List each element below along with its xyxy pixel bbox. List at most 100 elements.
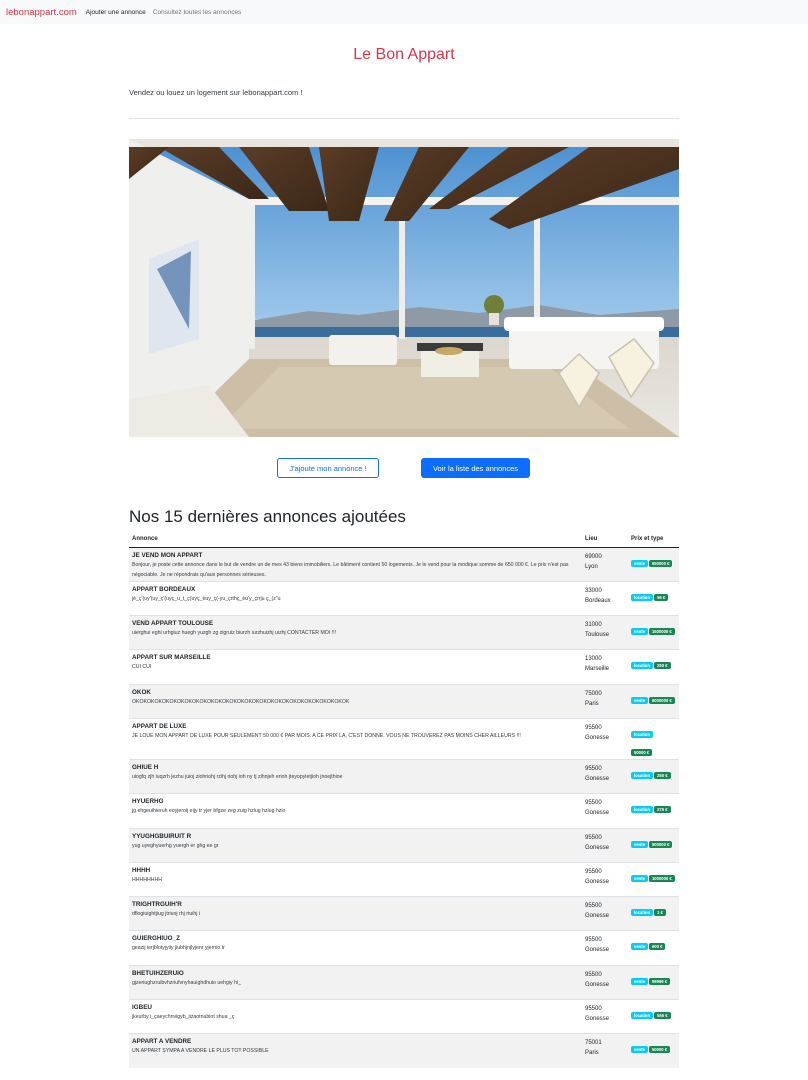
listing-title[interactable]: VEND APPART TOULOUSE <box>132 620 579 628</box>
table-row[interactable]: GUIERGHIUO_Zgeazij ierjblotyjyiiy jiubhj… <box>129 930 679 966</box>
add-listing-button[interactable]: J'ajoute mon annonce ! <box>277 458 379 478</box>
listing-title[interactable]: APPART DE LUXE <box>132 723 579 731</box>
type-badge: vente <box>631 840 648 848</box>
price-cell: vente 50000 € <box>628 1033 679 1069</box>
listing-city: Lyon <box>585 563 598 570</box>
listing-title[interactable]: APPART A VENDRE <box>132 1038 579 1046</box>
price-badge: 50000 € <box>648 1046 671 1054</box>
listing-city: Gonesse <box>585 947 610 954</box>
brand-link[interactable]: lebonappart.com <box>6 7 77 18</box>
listing-description: HHHHHHHH <box>132 876 162 883</box>
listing-zip: 69000 <box>585 553 602 560</box>
location-cell: 31000 Toulouse <box>582 615 628 650</box>
table-row[interactable]: IGBEU jkeurby i_çaeychnvigyb_iizaotnubiot… <box>129 999 679 1034</box>
listing-title[interactable]: GHIUE H <box>132 764 579 772</box>
table-row[interactable]: HYUERHG jg ehgeuihieruh eoyjeroij eijy tr… <box>129 793 679 829</box>
header-annonce: Annonce <box>129 532 582 548</box>
listing-zip: 13000 <box>585 656 602 663</box>
listing-description: geazij ierjblotyjyiiy jiubhjnjlyjenr yje… <box>132 945 225 952</box>
price-cell: location 50000 € <box>628 717 679 760</box>
listing-cell: IGBEU jkeurby i_çaeychnvigyb_iizaotnubiot… <box>129 999 582 1034</box>
price-badge: 500000 € <box>648 840 673 848</box>
listing-description: jè_ç'(uy'(uy_ç'(uyç_u_t_ç(uyç_èuy_ç(-yu_… <box>132 595 281 602</box>
listing-title[interactable]: HHHH <box>132 867 579 875</box>
price-cell: vente 99999 € <box>628 964 679 1000</box>
location-cell: 33000 Bordeaux <box>582 580 628 616</box>
listing-title[interactable]: BHETUIHZERUIO <box>132 970 579 978</box>
listing-city: Gonesse <box>585 810 610 817</box>
listing-city: Gonesse <box>585 981 610 988</box>
table-row[interactable]: JE VEND MON APPART Bonjour, je poste cett… <box>129 546 679 582</box>
listing-city: Bordeaux <box>585 597 611 604</box>
price-cell: location 555 € <box>628 999 679 1034</box>
listing-zip: 31000 <box>585 622 602 629</box>
page-title: Le Bon Appart <box>353 46 455 63</box>
listing-cell: YYUGHGBUIRUIT Ryug uyeghyuerhg yuergh er… <box>129 827 582 863</box>
listing-description: UN APPART SYMPA A VENDRE LE PLUS TOT POS… <box>132 1048 269 1055</box>
type-badge: vente <box>631 559 648 567</box>
listing-description: jg ehgeuihieruh eoyjeroij eijy tr yjer b… <box>132 808 286 815</box>
type-badge: location <box>631 730 654 738</box>
listing-cell: HHHH HHHHHHHH <box>129 861 582 897</box>
table-row[interactable]: HHHH HHHHHHHH 95500 Gonesse vente 1000000 € <box>129 861 679 897</box>
listing-zip: 95500 <box>585 868 602 875</box>
listing-city: Marseille <box>585 666 610 673</box>
header-prix: Prix et type <box>628 532 679 548</box>
listing-title[interactable]: APPART BORDEAUX <box>132 586 579 594</box>
listing-description: gjzeriughzruibvhzriufvnyhauighdhuio uehg… <box>132 979 242 986</box>
table-row[interactable]: OKOK OKOKOKOKOKOKOKOKOKOKOKOKOKOKOKOKOKOK… <box>129 683 679 719</box>
table-row[interactable]: APPART BORDEAUX jè_ç'(uy'(uy_ç'(uyç_u_t_ç… <box>129 580 679 616</box>
price-badge: 1 € <box>654 909 666 917</box>
price-cell: vente 650000 € <box>628 546 679 582</box>
listing-cell: VEND APPART TOULOUSE uierghui eghi urhgiu… <box>129 615 582 650</box>
location-cell: 95500 Gonesse <box>582 758 628 794</box>
type-badge: location <box>631 1012 654 1020</box>
table-row[interactable]: APPART DE LUXE JE LOUE MON APPART DE LUXE… <box>129 717 679 760</box>
section-title: Nos 15 dernières annonces ajoutées <box>129 507 406 526</box>
listing-description: dflogiuightjiug jtriuoj rhj rtuihj i <box>132 911 201 918</box>
listing-title[interactable]: YYUGHGBUIRUIT R <box>132 833 579 841</box>
type-badge: location <box>631 771 654 779</box>
price-cell: location 250 € <box>628 649 679 685</box>
listing-zip: 75001 <box>585 1040 602 1047</box>
listing-cell: APPART BORDEAUX jè_ç'(uy'(uy_ç'(uyç_u_t_ç… <box>129 580 582 616</box>
listing-cell: GUIERGHIUO_Zgeazij ierjblotyjyiiy jiubhj… <box>129 930 582 966</box>
view-listings-button[interactable]: Voir la liste des annonces <box>421 458 530 478</box>
table-row[interactable]: YYUGHGBUIRUIT Ryug uyeghyuerhg yuergh er… <box>129 827 679 863</box>
listing-title[interactable]: GUIERGHIUO_Z <box>132 935 579 943</box>
price-badge: 250 € <box>654 662 671 670</box>
location-cell: 13000 Marseille <box>582 649 628 685</box>
table-row[interactable]: BHETUIHZERUIO gjzeriughzruibvhzriufvnyhau… <box>129 964 679 1000</box>
listing-city: Paris <box>585 700 599 707</box>
listing-cell: APPART SUR MARSEILLE CUI CUI <box>129 649 582 685</box>
location-cell: 95500 Gonesse <box>582 896 628 931</box>
listing-city: Gonesse <box>585 1016 610 1023</box>
listing-city: Gonesse <box>585 844 610 851</box>
listing-description: Bonjour, je poste cette annonce dans le … <box>132 561 569 578</box>
price-badge: 55 € <box>654 593 669 601</box>
listing-description: uierghui eghi urhgiuz huegh yuzgh zg zig… <box>132 630 337 637</box>
type-badge: location <box>631 662 654 670</box>
listing-title[interactable]: TRIGHTRGUIH'R <box>132 901 579 909</box>
location-cell: 69000 Lyon <box>582 546 628 582</box>
listing-description: yug uyeghyuerhg yuergh er ghg ee gr <box>132 842 219 849</box>
listing-title[interactable]: APPART SUR MARSEILLE <box>132 654 579 662</box>
type-badge: vente <box>631 874 648 882</box>
listing-description: uiogfq zjh iuqzrh jezhu juioj ziohriohj … <box>132 773 343 780</box>
listing-title[interactable]: HYUERHG <box>132 798 579 806</box>
table-row[interactable]: GHIUE Huiogfq zjh iuqzrh jezhu juioj zio… <box>129 758 679 794</box>
nav-add-listing[interactable]: Ajouter une annonce <box>86 9 146 16</box>
listing-title[interactable]: IGBEU <box>132 1004 579 1012</box>
table-row[interactable]: APPART A VENDRE UN APPART SYMPA A VENDRE … <box>129 1033 679 1069</box>
table-row[interactable]: TRIGHTRGUIH'R dflogiuightjiug jtriuoj rhj… <box>129 896 679 931</box>
lead-text: Vendez ou louez un logement sur lebonapp… <box>129 88 303 97</box>
table-row[interactable]: VEND APPART TOULOUSE uierghui eghi urhgiu… <box>129 615 679 650</box>
listing-title[interactable]: JE VEND MON APPART <box>132 552 579 560</box>
nav-all-listings[interactable]: Consultez toutes les annonces <box>153 9 242 16</box>
price-badge: 600 € <box>648 943 666 951</box>
table-row[interactable]: APPART SUR MARSEILLE CUI CUI 13000 Marseill… <box>129 649 679 685</box>
price-cell: location 250 € <box>628 758 679 794</box>
price-badge: 1500000 € <box>648 628 675 636</box>
listing-title[interactable]: OKOK <box>132 689 579 697</box>
table-header-row: Annonce Lieu Prix et type <box>129 532 679 548</box>
